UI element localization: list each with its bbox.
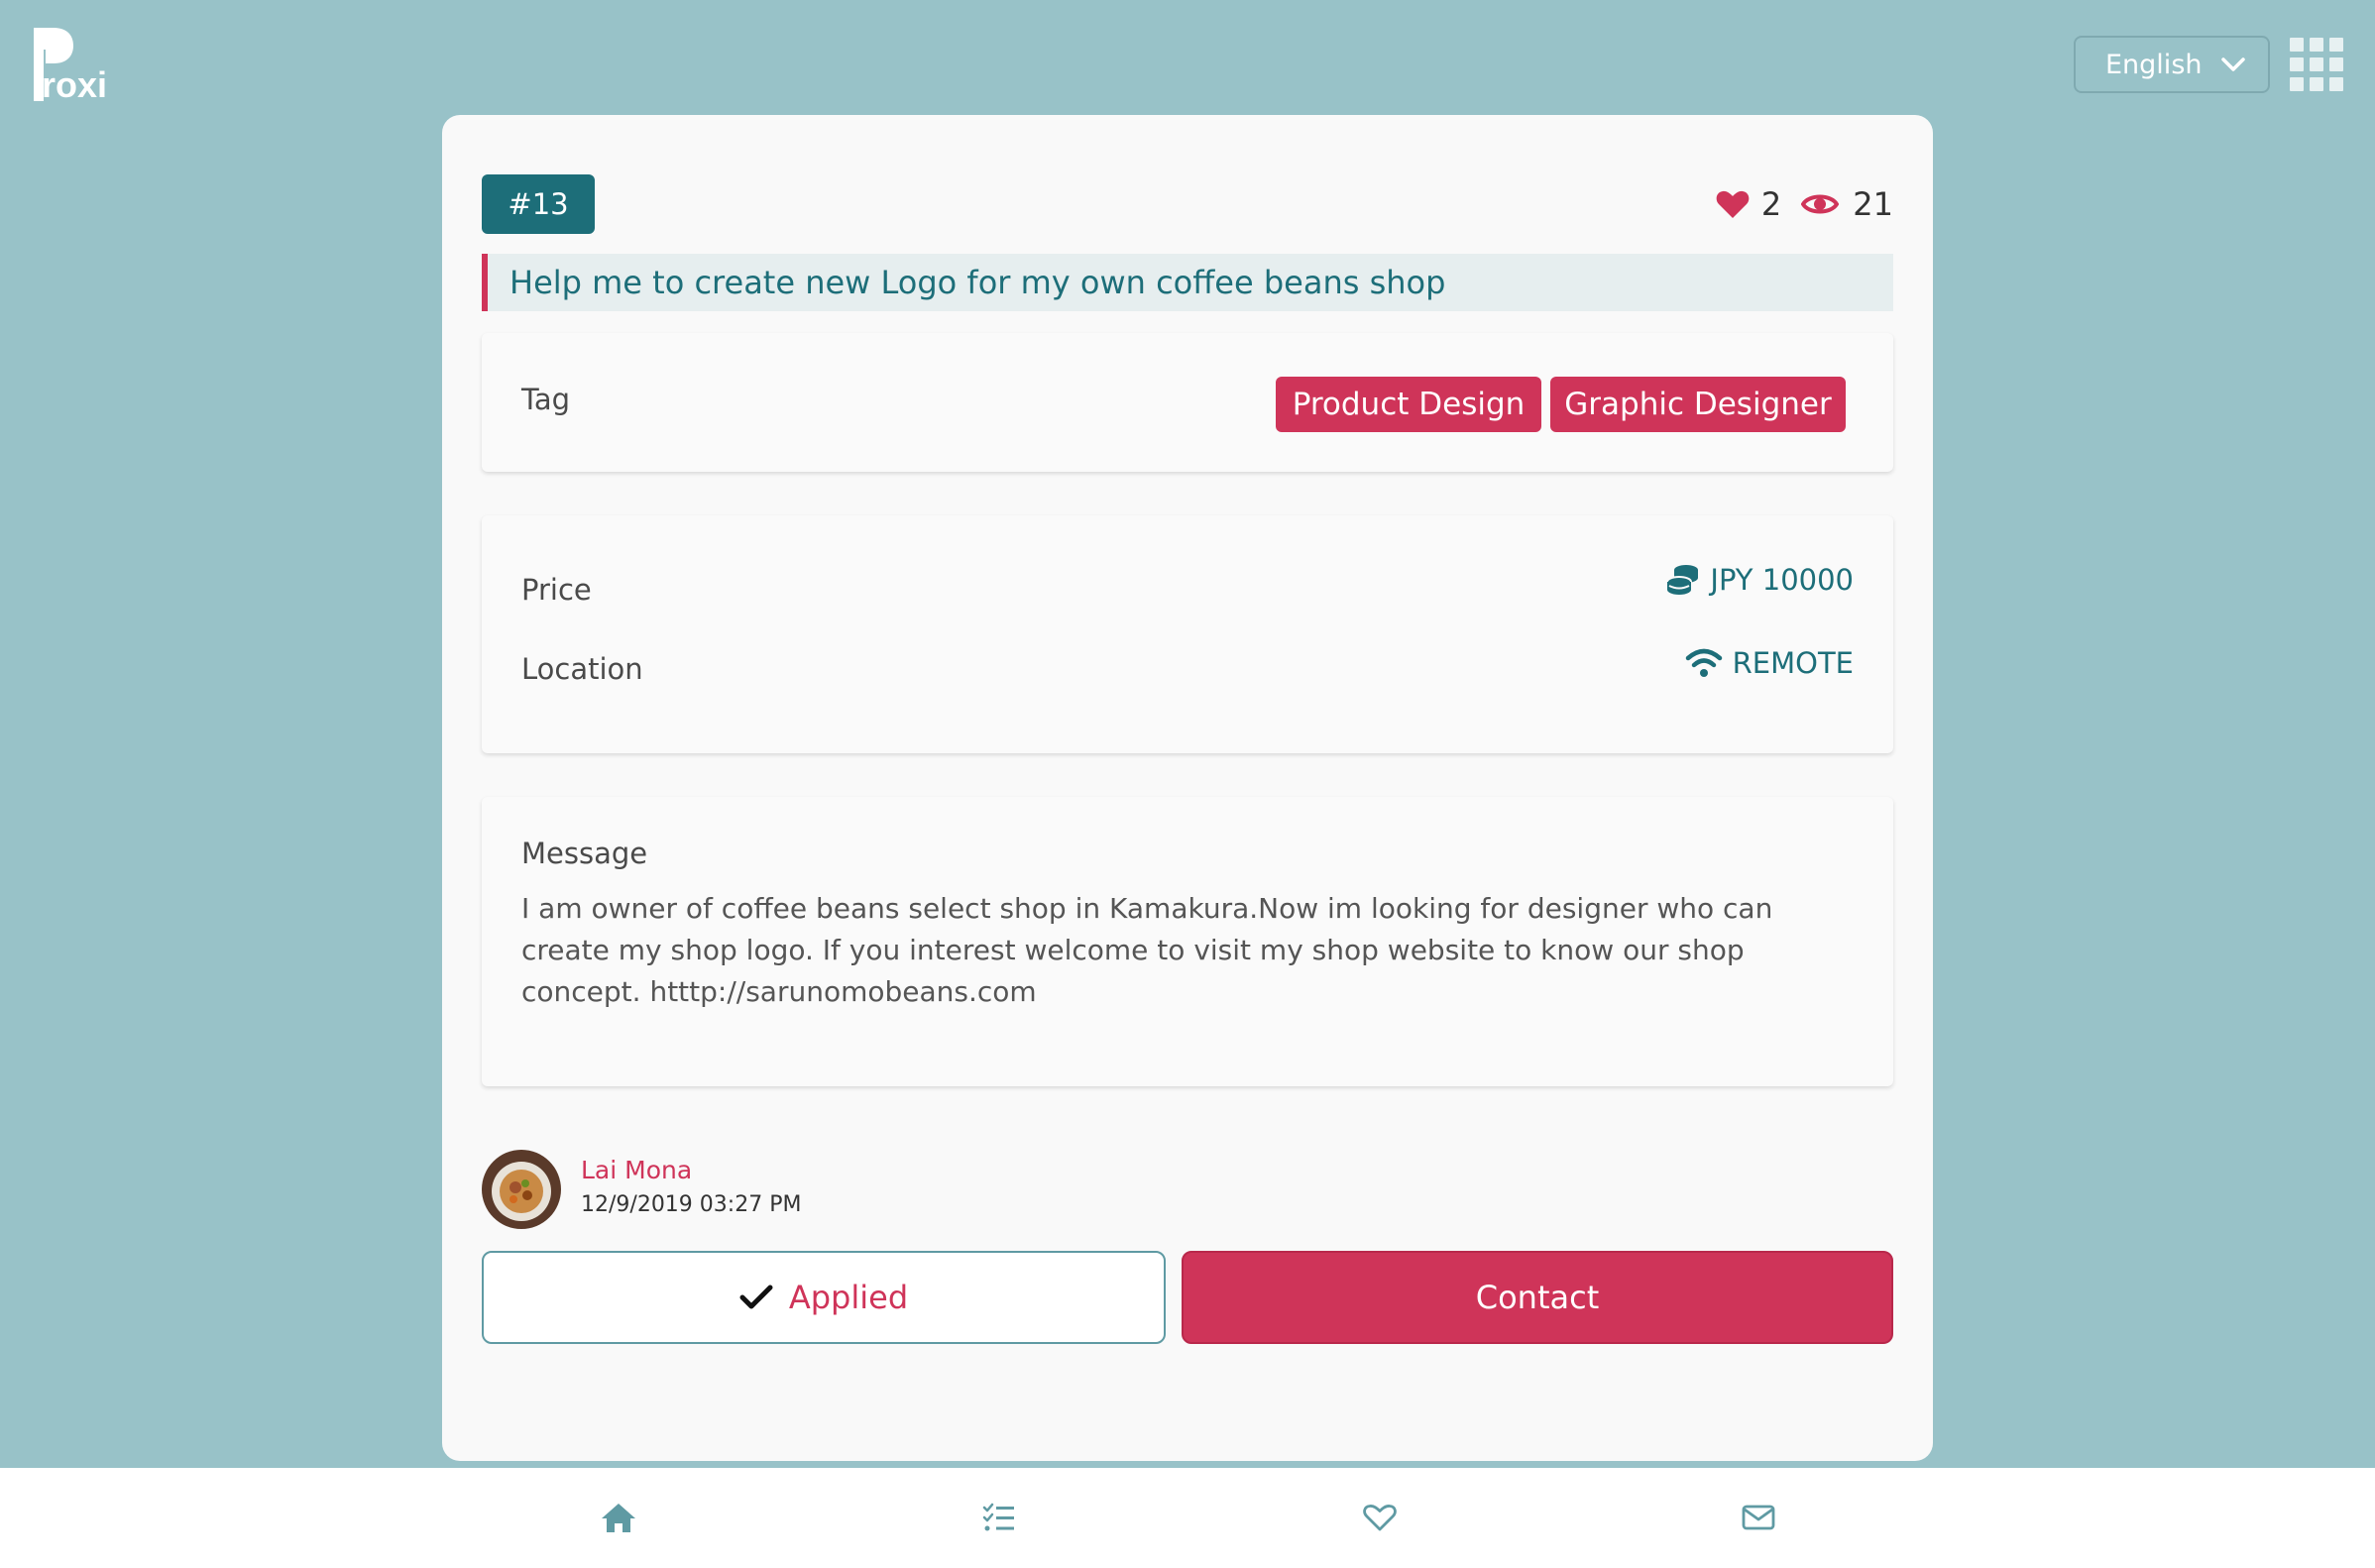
logo-text: roxi: [42, 64, 107, 101]
nav-messages[interactable]: [1737, 1496, 1780, 1539]
applied-button[interactable]: Applied: [482, 1251, 1166, 1344]
job-id-badge: #13: [482, 174, 595, 234]
heart-icon[interactable]: [1716, 189, 1750, 219]
tags-panel: Tag Product Design Graphic Designer: [482, 333, 1893, 472]
avatar[interactable]: [482, 1150, 561, 1229]
location-label: Location: [521, 652, 643, 686]
eye-icon: [1801, 194, 1840, 214]
bottom-nav: [0, 1468, 2375, 1568]
applied-label: Applied: [788, 1279, 909, 1316]
author-name[interactable]: Lai Mona: [581, 1156, 692, 1184]
task-list-icon: [982, 1503, 1014, 1531]
proxi-logo[interactable]: roxi: [30, 28, 113, 105]
message-body: I am owner of coffee beans select shop i…: [521, 892, 1773, 1008]
home-icon: [602, 1504, 635, 1532]
wifi-icon: [1685, 648, 1722, 677]
apps-grid-icon[interactable]: [2290, 38, 2343, 91]
price-label: Price: [521, 573, 592, 607]
tag-chip[interactable]: Product Design: [1276, 377, 1541, 432]
price-value: JPY 10000: [1710, 563, 1854, 597]
coins-icon: [1666, 565, 1699, 595]
likes-count: 2: [1760, 185, 1782, 223]
tag-chip[interactable]: Graphic Designer: [1550, 377, 1846, 432]
location-value: REMOTE: [1732, 646, 1854, 680]
nav-home[interactable]: [597, 1496, 640, 1539]
post-stats: 2 21: [1716, 182, 1893, 226]
tag-list: Product Design Graphic Designer: [1276, 377, 1846, 432]
language-select[interactable]: English: [2074, 36, 2270, 93]
contact-button[interactable]: Contact: [1182, 1251, 1893, 1344]
job-detail-card: #13 2 21 Help me to create new Logo for …: [442, 115, 1933, 1461]
views-count: 21: [1853, 185, 1893, 223]
post-date: 12/9/2019 03:27 PM: [581, 1192, 802, 1217]
chevron-down-icon: [2221, 57, 2245, 71]
checkmark-icon: [739, 1285, 773, 1309]
nav-tasks[interactable]: [977, 1496, 1021, 1539]
message-panel: Message I am owner of coffee beans selec…: [482, 797, 1893, 1086]
price-value-row: JPY 10000: [1666, 563, 1854, 597]
info-panel: Price JPY 10000 Location REMOTE: [482, 515, 1893, 753]
nav-favorites[interactable]: [1358, 1496, 1402, 1539]
post-title: Help me to create new Logo for my own co…: [482, 254, 1893, 311]
heart-outline-icon: [1363, 1505, 1397, 1531]
message-heading: Message: [521, 837, 648, 870]
contact-label: Contact: [1475, 1279, 1600, 1316]
tag-label: Tag: [521, 383, 571, 416]
envelope-icon: [1742, 1505, 1775, 1530]
location-value-row: REMOTE: [1685, 646, 1854, 680]
language-label: English: [2105, 49, 2203, 80]
